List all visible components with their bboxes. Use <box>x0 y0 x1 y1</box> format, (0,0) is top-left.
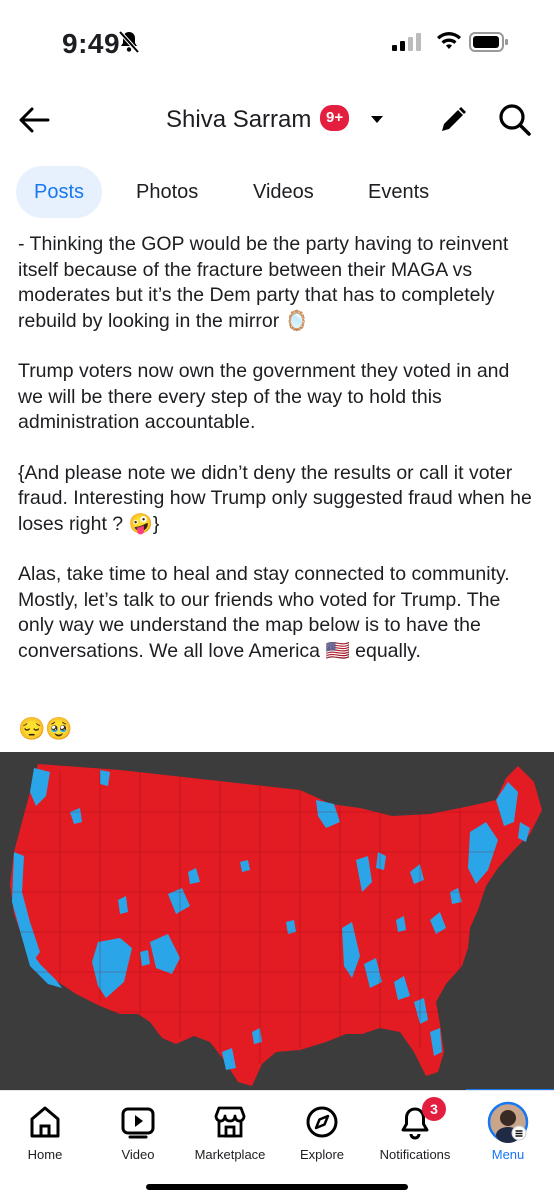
tab-videos[interactable]: Videos <box>253 166 314 218</box>
bell-icon <box>365 1103 465 1141</box>
nav-home[interactable]: Home <box>0 1103 95 1162</box>
status-bar: 9:49 <box>0 0 554 84</box>
profile-header: Shiva Sarram 9+ <box>0 88 554 152</box>
home-icon <box>0 1103 95 1141</box>
post-paragraph: Trump voters now own the government they… <box>18 360 510 433</box>
nav-home-label: Home <box>27 1147 63 1162</box>
nav-notifications-label: Notifications <box>379 1147 451 1162</box>
tab-photos[interactable]: Photos <box>136 166 198 218</box>
nav-marketplace-label: Marketplace <box>194 1147 266 1162</box>
post-paragraph: - Thinking the GOP would be the party ha… <box>18 233 509 332</box>
election-county-map-image[interactable] <box>0 752 554 1090</box>
post-paragraph: {And please note we didn’t deny the resu… <box>18 461 532 535</box>
post-body: - Thinking the GOP would be the party ha… <box>18 232 538 689</box>
marketplace-icon <box>180 1103 280 1141</box>
home-indicator[interactable] <box>146 1184 408 1190</box>
nav-video-label: Video <box>121 1147 155 1162</box>
nav-explore[interactable]: Explore <box>272 1103 372 1162</box>
nav-explore-label: Explore <box>299 1147 345 1162</box>
video-icon <box>88 1103 188 1141</box>
tab-events[interactable]: Events <box>368 166 429 218</box>
status-time: 9:49 <box>62 28 121 59</box>
nav-notifications[interactable]: 3 Notifications <box>365 1097 465 1162</box>
nav-menu[interactable]: Menu <box>458 1101 554 1162</box>
nav-marketplace[interactable]: Marketplace <box>180 1103 280 1162</box>
tab-posts[interactable]: Posts <box>16 166 103 218</box>
post-emojis: 😔🥹 <box>18 716 73 741</box>
back-arrow-icon[interactable] <box>16 102 52 138</box>
post-paragraph: Alas, take time to heal and stay connect… <box>18 563 510 662</box>
battery-icon <box>469 32 509 57</box>
wifi-icon <box>436 31 462 56</box>
search-icon[interactable] <box>497 102 533 143</box>
silent-mode-icon <box>118 30 140 59</box>
caret-down-icon[interactable] <box>369 112 385 130</box>
profile-name[interactable]: Shiva Sarram <box>166 106 311 134</box>
compass-icon <box>272 1103 372 1141</box>
nav-video[interactable]: Video <box>88 1103 188 1162</box>
notifications-count-badge: 3 <box>422 1097 446 1121</box>
nav-menu-label: Menu <box>491 1147 525 1162</box>
pencil-icon[interactable] <box>437 104 469 141</box>
cellular-signal-icon <box>392 33 424 56</box>
notification-count-badge: 9+ <box>320 105 350 131</box>
profile-tabs: Posts Photos Videos Events <box>0 166 554 218</box>
avatar-menu-icon <box>458 1101 554 1143</box>
